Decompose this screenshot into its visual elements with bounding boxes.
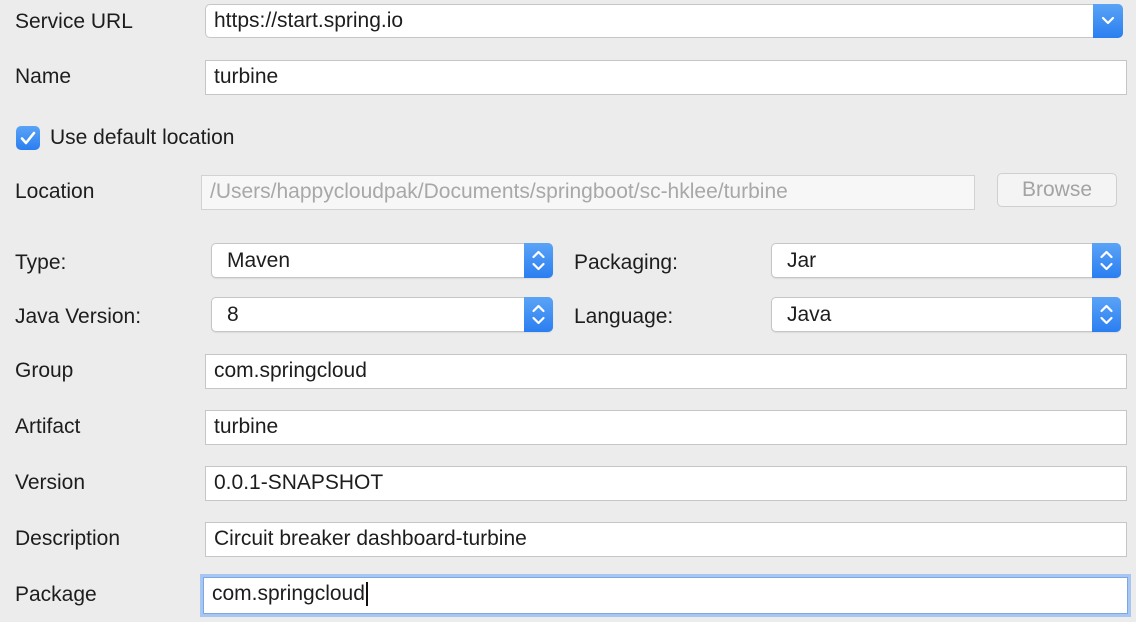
artifact-field[interactable]: turbine [205,410,1127,445]
type-value: Maven [227,249,291,272]
text-caret [365,582,368,607]
service-url-value: https://start.spring.io [214,9,404,32]
service-url-label: Service URL [15,10,133,33]
java-version-select[interactable]: 8 [211,297,553,332]
group-label: Group [15,359,74,382]
type-select[interactable]: Maven [211,243,553,278]
group-field[interactable]: com.springcloud [205,354,1127,389]
version-label: Version [15,471,86,494]
language-value: Java [787,303,832,326]
java-version-label: Java Version: [15,305,142,328]
package-value: com.springcloud [212,582,365,605]
name-field[interactable]: turbine [205,60,1127,95]
packaging-select[interactable]: Jar [771,243,1121,278]
service-url-combo[interactable]: https://start.spring.io [205,4,1123,38]
type-select-arrows[interactable] [524,243,553,278]
name-value: turbine [214,65,279,88]
chevron-down-icon [1101,16,1115,25]
packaging-value: Jar [787,249,817,272]
version-value: 0.0.1-SNAPSHOT [214,471,384,494]
location-label: Location [15,180,95,203]
browse-button[interactable]: Browse [997,173,1117,207]
language-label: Language: [574,305,674,328]
description-value: Circuit breaker dashboard-turbine [214,527,527,550]
package-label: Package [15,583,97,606]
language-select-arrows[interactable] [1092,297,1121,332]
up-down-chevron-icon [532,250,545,271]
description-field[interactable]: Circuit breaker dashboard-turbine [205,522,1127,557]
packaging-select-arrows[interactable] [1092,243,1121,278]
up-down-chevron-icon [1100,304,1113,325]
group-value: com.springcloud [214,359,367,382]
service-url-dropdown-button[interactable] [1093,4,1123,38]
location-field: /Users/happycloudpak/Documents/springboo… [201,175,975,210]
type-label: Type: [15,251,67,274]
up-down-chevron-icon [1100,250,1113,271]
description-label: Description [15,527,121,550]
checkmark-icon [20,131,36,145]
artifact-value: turbine [214,415,279,438]
language-select[interactable]: Java [771,297,1121,332]
artifact-label: Artifact [15,415,81,438]
use-default-location-label[interactable]: Use default location [50,125,234,151]
package-field[interactable]: com.springcloud [203,577,1128,614]
java-version-select-arrows[interactable] [524,297,553,332]
packaging-label: Packaging: [574,251,678,274]
use-default-location-checkbox[interactable] [16,126,40,150]
java-version-value: 8 [227,303,239,326]
up-down-chevron-icon [532,304,545,325]
location-value: /Users/happycloudpak/Documents/springboo… [210,180,788,203]
name-label: Name [15,65,72,88]
version-field[interactable]: 0.0.1-SNAPSHOT [205,466,1127,501]
